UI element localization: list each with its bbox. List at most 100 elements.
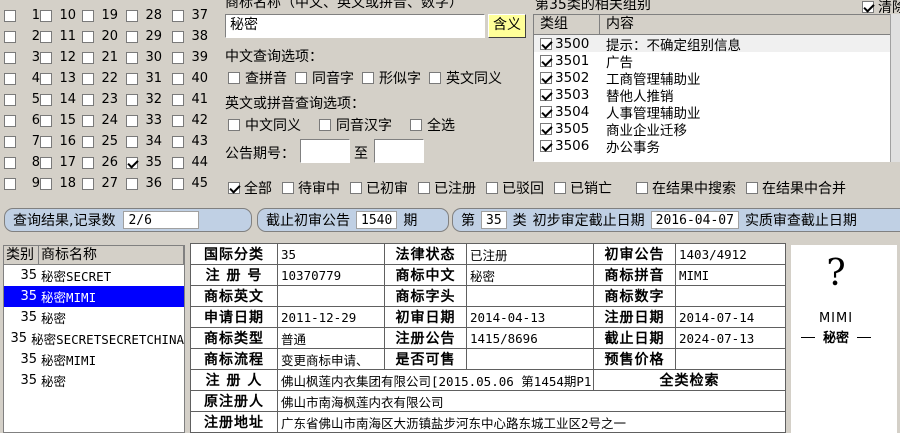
class-checkbox[interactable]: 20 [82,29,118,44]
class-checkbox[interactable]: 33 [126,113,162,128]
checkbox-icon[interactable] [126,114,138,127]
option-checkbox[interactable]: 中文同义 [228,115,301,135]
checkbox-icon[interactable] [418,182,430,194]
class-checkbox[interactable]: 2 [4,29,40,44]
checkbox-icon[interactable] [540,122,552,135]
class-checkbox[interactable]: 43 [172,134,208,149]
group-row[interactable]: 3503 替他人推销 [534,86,895,105]
checkbox-icon[interactable] [172,9,184,22]
checkbox-icon[interactable] [282,182,294,194]
checkbox-icon[interactable] [350,182,362,194]
checkbox-icon[interactable] [82,51,94,64]
checkbox-icon[interactable] [172,135,184,148]
status-filter-checkbox[interactable]: 已驳回 [486,178,544,198]
checkbox-icon[interactable] [228,72,240,84]
checkbox-icon[interactable] [82,9,94,22]
trademark-name-input[interactable]: 秘密 [225,14,485,38]
checkbox-icon[interactable] [40,156,52,169]
checkbox-icon[interactable] [40,93,52,106]
class-checkbox[interactable]: 44 [172,155,208,170]
class-checkbox[interactable]: 12 [40,50,76,65]
checkbox-icon[interactable] [82,72,94,85]
checkbox-icon[interactable] [4,9,16,22]
checkbox-icon[interactable] [540,71,552,84]
class-checkbox[interactable]: 41 [172,92,208,107]
group-row[interactable]: 3501 广告 [534,52,895,71]
class-checkbox[interactable]: 14 [40,92,76,107]
checkbox-icon[interactable] [486,182,498,194]
class-checkbox[interactable]: 24 [82,113,118,128]
class-checkbox[interactable]: 7 [4,134,40,149]
checkbox-icon[interactable] [40,135,52,148]
checkbox-icon[interactable] [4,30,16,43]
checkbox-icon[interactable] [4,135,16,148]
group-row[interactable]: 3502 工商管理辅助业 [534,69,895,88]
class-checkbox[interactable]: 27 [82,176,118,191]
group-row[interactable]: 3505 商业企业迁移 [534,120,895,139]
class-checkbox[interactable]: 26 [82,155,118,170]
class-checkbox[interactable]: 23 [82,92,118,107]
checkbox-icon[interactable] [126,156,138,169]
checkbox-icon[interactable] [126,30,138,43]
checkbox-icon[interactable] [410,119,422,131]
class-checkbox[interactable]: 40 [172,71,208,86]
option-checkbox[interactable]: 同音汉字 [319,115,392,135]
checkbox-icon[interactable] [172,72,184,85]
result-row[interactable]: 35 秘密 [4,370,184,391]
checkbox-icon[interactable] [172,156,184,169]
checkbox-icon[interactable] [228,119,240,131]
group-row[interactable]: 3504 人事管理辅助业 [534,103,895,122]
checkbox-icon[interactable] [4,51,16,64]
status-filter-checkbox[interactable]: 已销亡 [554,178,612,198]
clear-check-icon[interactable] [862,1,874,13]
checkbox-icon[interactable] [636,182,648,194]
full-search-button[interactable]: 全类检索 [593,369,786,391]
checkbox-icon[interactable] [40,9,52,22]
class-checkbox[interactable]: 19 [82,8,118,23]
col-class-header[interactable]: 类别 [4,246,39,264]
class-checkbox[interactable]: 35 [126,155,162,170]
col-group-header[interactable]: 类组 [534,15,600,34]
class-checkbox[interactable]: 37 [172,8,208,23]
status-filter-checkbox[interactable]: 在结果中合并 [746,178,846,198]
checkbox-icon[interactable] [172,93,184,106]
checkbox-icon[interactable] [4,72,16,85]
col-name-header[interactable]: 商标名称 [39,246,184,264]
checkbox-icon[interactable] [228,182,240,194]
class-checkbox[interactable]: 21 [82,50,118,65]
result-list[interactable]: 类别 商标名称 35 秘密SECRET 35 秘密MIMI 35 秘密 35 秘密SECRET… [3,245,185,433]
checkbox-icon[interactable] [40,72,52,85]
period-from-input[interactable] [300,139,350,163]
class-checkbox[interactable]: 28 [126,8,162,23]
class-checkbox[interactable]: 1 [4,8,40,23]
checkbox-icon[interactable] [82,93,94,106]
checkbox-icon[interactable] [126,72,138,85]
checkbox-icon[interactable] [540,105,552,118]
group-row[interactable]: 3500 提示：不确定组别信息 [534,35,895,54]
result-row[interactable]: 35 秘密MIMI [4,349,184,370]
checkbox-icon[interactable] [82,114,94,127]
checkbox-icon[interactable] [4,177,16,190]
result-row[interactable]: 35 秘密MIMI [4,286,184,307]
option-checkbox[interactable]: 形似字 [362,68,421,88]
checkbox-icon[interactable] [362,72,374,84]
class-checkbox[interactable]: 3 [4,50,40,65]
checkbox-icon[interactable] [540,88,552,101]
class-checkbox[interactable]: 30 [126,50,162,65]
checkbox-icon[interactable] [126,135,138,148]
class-checkbox[interactable]: 11 [40,29,76,44]
class-checkbox[interactable]: 39 [172,50,208,65]
class-checkbox[interactable]: 25 [82,134,118,149]
class-checkbox[interactable]: 5 [4,92,40,107]
result-row[interactable]: 35 秘密SECRETSECRETCHINA [4,328,184,349]
checkbox-icon[interactable] [540,139,552,152]
checkbox-icon[interactable] [746,182,758,194]
meaning-button[interactable]: 含义 [488,14,526,38]
checkbox-icon[interactable] [126,177,138,190]
class-checkbox[interactable]: 17 [40,155,76,170]
result-row[interactable]: 35 秘密 [4,307,184,328]
checkbox-icon[interactable] [40,114,52,127]
option-checkbox[interactable]: 查拼音 [228,68,287,88]
status-filter-checkbox[interactable]: 全部 [228,178,272,198]
checkbox-icon[interactable] [429,72,441,84]
